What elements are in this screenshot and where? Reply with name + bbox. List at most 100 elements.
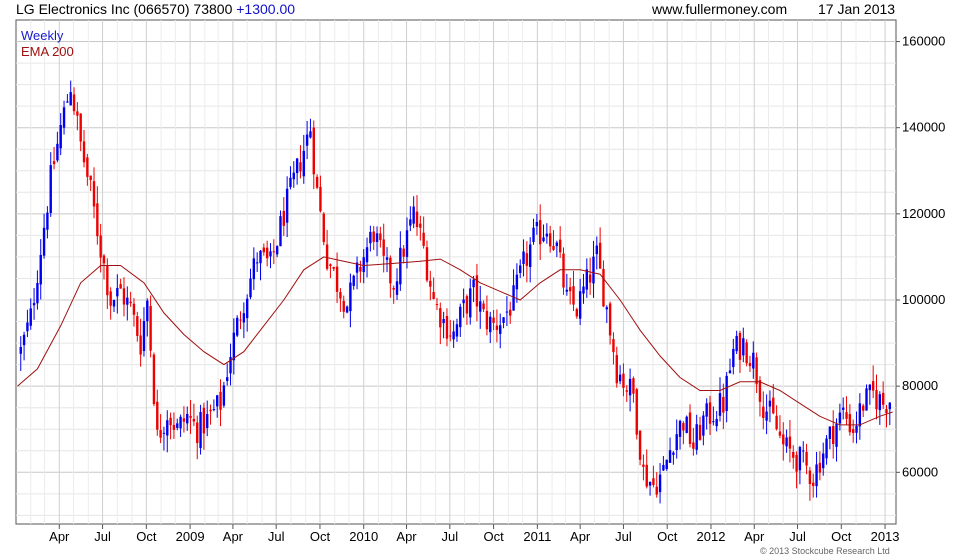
x-tick-label: 2012 (697, 529, 726, 544)
candle-body (395, 281, 399, 295)
candle-body (232, 332, 236, 361)
candle-body (212, 409, 216, 411)
candle-body (259, 250, 262, 264)
candle-body (282, 210, 286, 226)
candle-body (49, 165, 52, 214)
x-tick-label: Oct (483, 529, 504, 544)
candle-body (848, 414, 852, 433)
candle-body (572, 286, 575, 305)
candle-body (865, 388, 868, 411)
candle-body (878, 394, 882, 411)
candle-body (818, 462, 822, 473)
candle-body (838, 412, 842, 424)
candle-body (545, 233, 549, 237)
candle-body (89, 175, 92, 181)
candle-body (842, 407, 845, 410)
candle-body (322, 213, 325, 243)
candle-body (505, 311, 509, 313)
candle-body (289, 177, 292, 188)
candle-body (319, 186, 322, 212)
candle-body (86, 157, 89, 177)
candle-body (159, 430, 162, 438)
candle-body (385, 257, 389, 260)
candle-body (502, 317, 505, 323)
candle-body (755, 357, 758, 385)
x-tick-label: Apr (744, 529, 765, 544)
candle-body (469, 288, 472, 318)
candle-body (359, 266, 362, 272)
candle-body (668, 450, 672, 463)
candle-body (365, 247, 369, 263)
candle-body (399, 247, 402, 285)
candle-body (875, 390, 878, 410)
candle-body (788, 436, 792, 449)
legend-weekly: Weekly (21, 28, 64, 43)
candle-body (32, 303, 36, 306)
candle-body (652, 478, 655, 485)
candle-body (196, 422, 199, 444)
candle-body (492, 317, 495, 323)
candle-body (582, 286, 585, 294)
candle-body (335, 266, 339, 292)
candle-body (132, 303, 136, 315)
candle-body (705, 403, 708, 417)
candle-body (96, 203, 99, 237)
candle-body (102, 255, 106, 264)
candle-body (69, 92, 72, 106)
candle-body (812, 482, 815, 486)
candle-body (485, 310, 489, 330)
candle-body (768, 400, 772, 407)
candle-body (495, 325, 499, 330)
candle-body (422, 232, 425, 246)
candle-body (402, 248, 405, 257)
candle-body (119, 284, 122, 289)
candle-body (825, 438, 828, 459)
candle-body (835, 423, 838, 447)
candle-body (452, 331, 455, 340)
candle-body (112, 299, 116, 307)
candle-body (765, 411, 768, 421)
candle-body (752, 352, 755, 369)
candle-body (235, 317, 239, 336)
candle-body (538, 220, 542, 245)
candle-body (612, 339, 615, 353)
candle-body (662, 464, 665, 471)
candle-body (845, 412, 848, 419)
candle-body (519, 265, 522, 273)
candle-body (698, 424, 702, 440)
candle-body (192, 418, 196, 422)
candle-body (725, 375, 728, 411)
candle-body (342, 300, 345, 312)
x-tick-label: Apr (223, 529, 244, 544)
candle-body (529, 244, 532, 267)
candle-body (655, 486, 658, 495)
candle-body (372, 231, 375, 242)
candle-body (22, 334, 26, 346)
candle-body (688, 412, 692, 444)
candle-body (795, 454, 798, 472)
x-tick-label: Oct (310, 529, 331, 544)
candle-body (269, 251, 272, 257)
candle-body (305, 134, 309, 146)
candle-body (628, 378, 632, 396)
candle-body (432, 291, 435, 299)
candle-body (116, 287, 119, 297)
candle-body (722, 396, 725, 413)
candle-body (568, 287, 572, 292)
candle-body (142, 320, 146, 352)
candle-body (449, 335, 452, 337)
candle-body (672, 452, 675, 455)
candle-body (26, 322, 29, 332)
candle-body (186, 413, 189, 424)
candle-body (172, 424, 176, 430)
candle-body (435, 304, 439, 306)
y-tick-label: 60000 (902, 464, 938, 479)
candle-body (851, 429, 855, 434)
candle-body (255, 262, 259, 264)
candle-body (728, 370, 732, 374)
candle-body (868, 384, 872, 391)
candle-body (881, 392, 885, 405)
candle-body (369, 231, 372, 244)
candle-body (439, 308, 442, 328)
candle-body (738, 332, 742, 360)
